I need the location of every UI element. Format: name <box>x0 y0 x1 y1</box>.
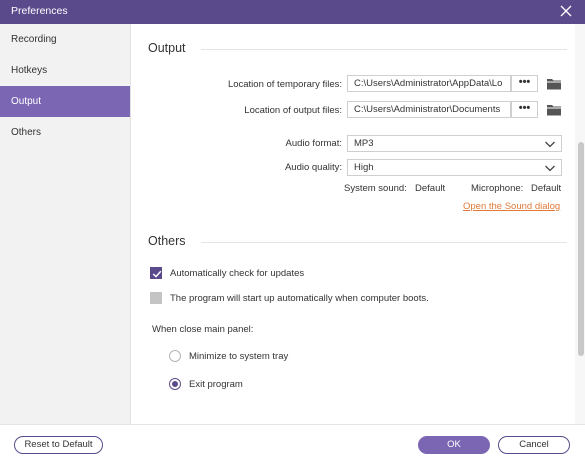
auto-update-label: Automatically check for updates <box>170 268 305 279</box>
minimize-to-tray-label: Minimize to system tray <box>189 351 289 362</box>
audio-format-label: Audio format: <box>285 138 343 149</box>
microphone-value: Default <box>531 183 562 194</box>
microphone-label: Microphone: <box>471 183 524 194</box>
audio-quality-label: Audio quality: <box>284 162 342 173</box>
auto-start-checkbox[interactable] <box>150 292 162 304</box>
audio-quality-select[interactable]: High <box>347 159 562 176</box>
content-scrollbar[interactable] <box>575 24 585 424</box>
footer: Reset to Default OK Cancel <box>0 424 585 462</box>
auto-start-label: The program will start up automatically … <box>170 293 429 304</box>
audio-format-value: MP3 <box>354 138 374 149</box>
others-divider <box>201 242 567 243</box>
temp-files-browse-button[interactable]: ••• <box>511 75 538 92</box>
exit-program-radio[interactable] <box>169 378 181 390</box>
sidebar-item-recording[interactable]: Recording <box>0 24 130 55</box>
reset-to-default-button[interactable]: Reset to Default <box>14 436 103 454</box>
audio-format-select[interactable]: MP3 <box>347 135 562 152</box>
chevron-down-icon <box>545 141 555 148</box>
auto-update-checkbox[interactable] <box>150 267 162 279</box>
audio-quality-value: High <box>354 162 374 173</box>
output-files-folder-icon[interactable] <box>546 103 562 117</box>
sidebar-item-others[interactable]: Others <box>0 117 130 148</box>
system-sound-value: Default <box>415 183 446 194</box>
exit-program-label: Exit program <box>189 379 243 390</box>
cancel-button[interactable]: Cancel <box>498 436 570 454</box>
system-sound-label: System sound: <box>344 183 407 194</box>
sidebar: Recording Hotkeys Output Others <box>0 24 131 424</box>
temp-files-path[interactable]: C:\Users\Administrator\AppData\Lo <box>347 75 511 92</box>
output-files-path[interactable]: C:\Users\Administrator\Documents <box>347 101 511 118</box>
output-divider <box>201 49 567 50</box>
close-panel-label: When close main panel: <box>152 324 254 335</box>
close-icon[interactable] <box>559 4 573 18</box>
sidebar-item-hotkeys[interactable]: Hotkeys <box>0 55 130 86</box>
minimize-to-tray-radio[interactable] <box>169 350 181 362</box>
output-heading: Output <box>148 41 186 55</box>
window-title: Preferences <box>11 5 68 17</box>
temp-files-folder-icon[interactable] <box>546 77 562 91</box>
temp-files-label: Location of temporary files: <box>227 79 342 90</box>
others-heading: Others <box>148 234 186 248</box>
title-bar: Preferences <box>0 0 585 24</box>
sidebar-item-output[interactable]: Output <box>0 86 130 117</box>
output-files-label: Location of output files: <box>244 105 342 116</box>
scrollbar-thumb[interactable] <box>578 142 584 356</box>
open-sound-dialog-link[interactable]: Open the Sound dialog <box>463 201 560 212</box>
settings-content: Output Location of temporary files: C:\U… <box>131 24 572 424</box>
chevron-down-icon <box>545 165 555 172</box>
output-files-browse-button[interactable]: ••• <box>511 101 538 118</box>
check-icon <box>152 270 162 278</box>
ok-button[interactable]: OK <box>418 436 490 454</box>
